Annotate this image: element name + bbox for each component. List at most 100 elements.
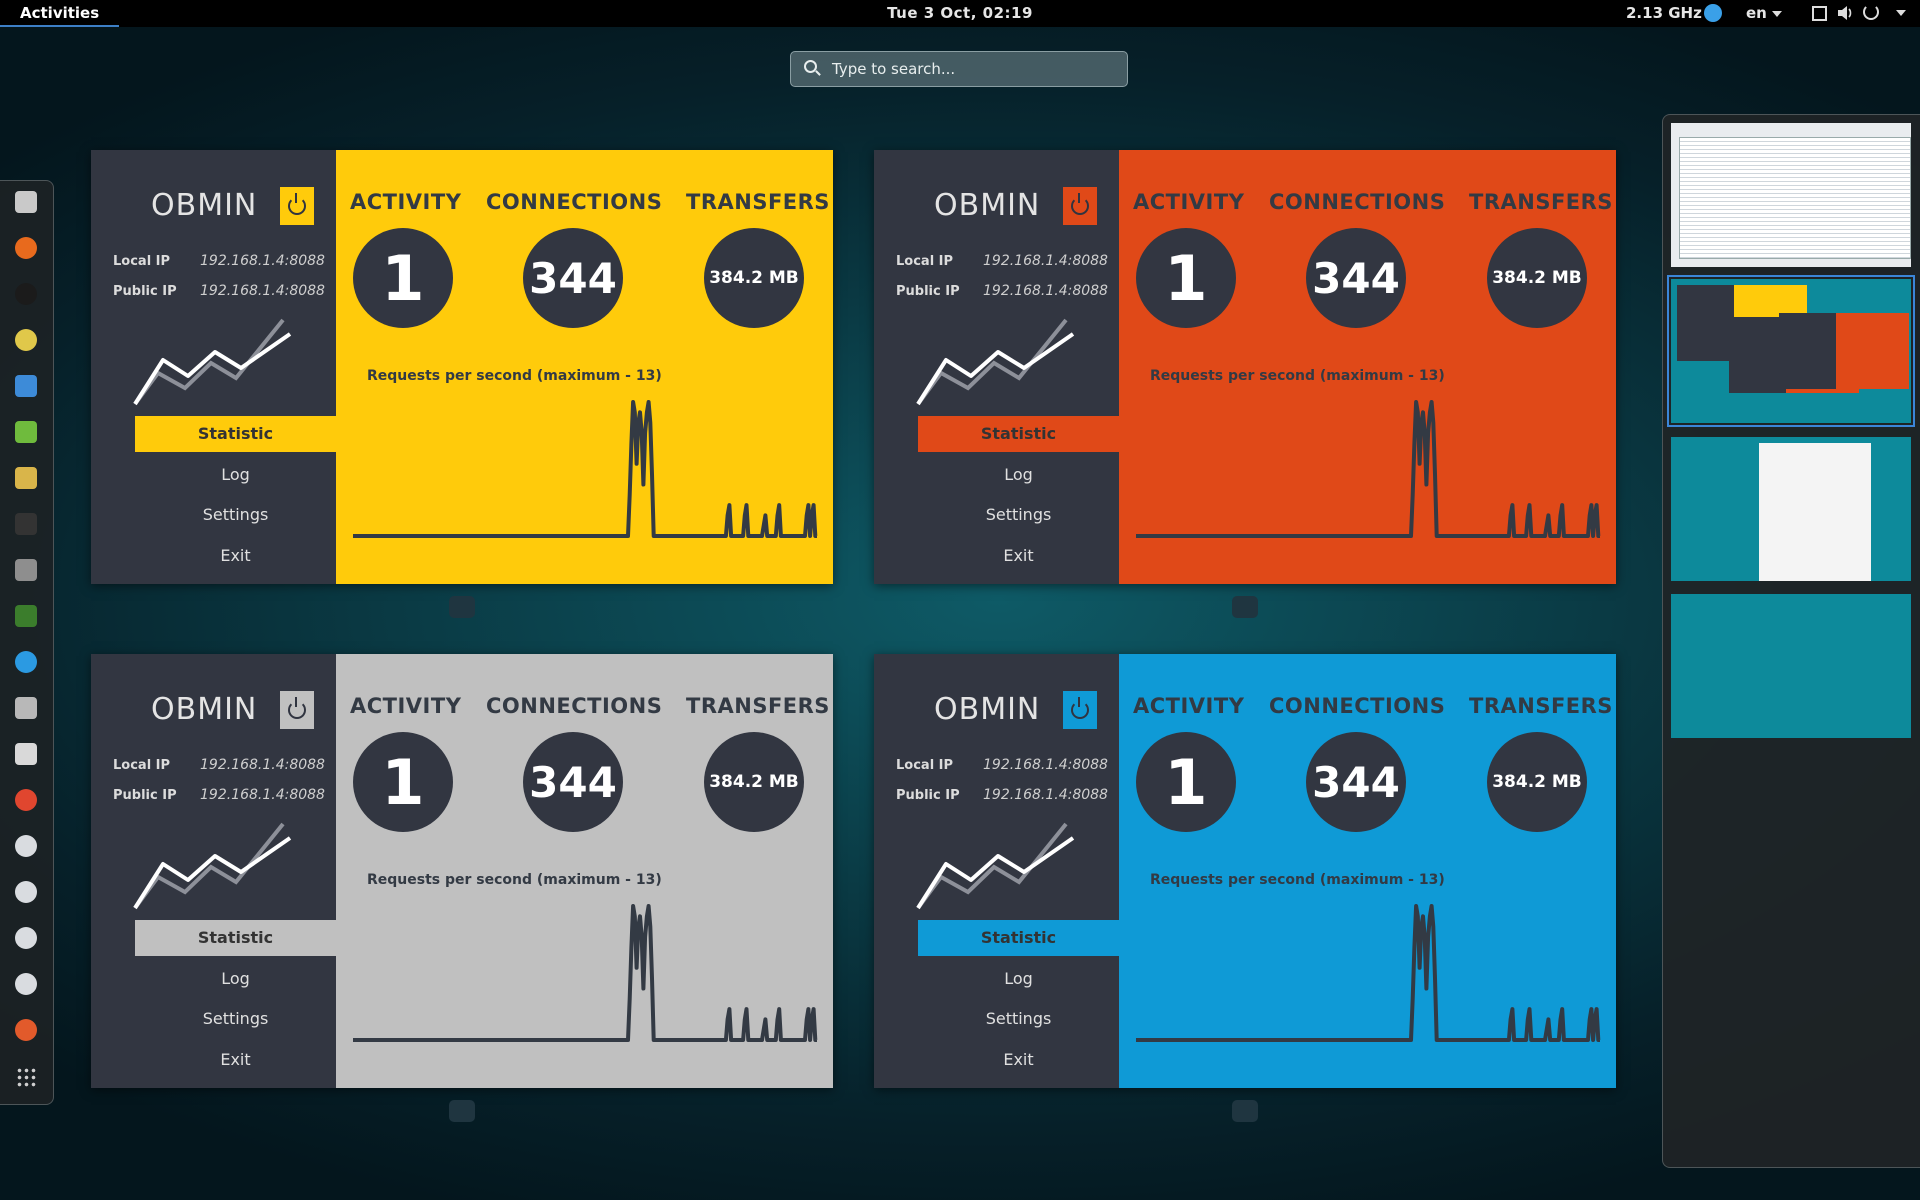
menu-item-settings[interactable]: Settings	[918, 1001, 1119, 1037]
transfers-value: 384.2 MB	[1487, 228, 1587, 328]
terminal-icon	[15, 513, 37, 535]
dash-app[interactable]	[12, 280, 40, 308]
dash-app[interactable]	[12, 464, 40, 492]
power-icon[interactable]	[1863, 4, 1879, 20]
menu-item-exit[interactable]: Exit	[918, 538, 1119, 574]
statistic-panel: ACTIVITY CONNECTIONS TRANSFERS 1 344 384.2 MB…	[336, 150, 833, 584]
cpu-frequency[interactable]: 2.13 GHz	[1626, 0, 1702, 27]
language-label: en	[1746, 4, 1767, 22]
skype-icon	[15, 329, 37, 351]
file-manager-icon	[15, 191, 37, 213]
system-menu-chevron-icon[interactable]	[1896, 10, 1906, 16]
dash-app[interactable]	[12, 924, 40, 952]
language-indicator[interactable]: en	[1746, 0, 1782, 27]
dash-app[interactable]	[12, 740, 40, 768]
menu-item-log[interactable]: Log	[918, 961, 1119, 997]
power-button[interactable]	[280, 691, 314, 729]
eclipse-icon-2	[15, 881, 37, 903]
dash-app[interactable]	[12, 510, 40, 538]
activities-button[interactable]: Activities	[0, 0, 120, 27]
obmin-sidebar: OBMIN Local IP 192.168.1.4:8088 Public IP 19…	[91, 150, 336, 584]
activity-value: 1	[1136, 732, 1236, 832]
dash-app[interactable]	[12, 786, 40, 814]
menu-item-statistic[interactable]: Statistic	[918, 416, 1119, 452]
menu-item-statistic[interactable]: Statistic	[135, 416, 336, 452]
workspace-thumbnail[interactable]	[1671, 594, 1911, 738]
public-ip-label: Public IP	[113, 788, 177, 803]
menu-item-log[interactable]: Log	[135, 457, 336, 493]
search-input[interactable]: Type to search...	[790, 51, 1128, 87]
menu-item-settings[interactable]: Settings	[918, 497, 1119, 533]
menu-item-exit[interactable]: Exit	[918, 1042, 1119, 1078]
dash-app[interactable]	[12, 188, 40, 216]
dash-app[interactable]	[12, 602, 40, 630]
connections-value: 344	[523, 732, 623, 832]
requests-series-line	[352, 904, 818, 1042]
power-button[interactable]	[280, 187, 314, 225]
local-ip-value: 192.168.1.4:8088	[200, 757, 325, 773]
volume-icon[interactable]	[1836, 4, 1854, 22]
requests-chart-title: Requests per second (maximum - 13)	[1150, 368, 1445, 384]
obmin-window[interactable]: OBMIN Local IP 192.168.1.4:8088 Public IP 19…	[874, 654, 1616, 1088]
obmin-window[interactable]: OBMIN Local IP 192.168.1.4:8088 Public IP 19…	[91, 150, 833, 584]
eclipse-icon-4	[15, 973, 37, 995]
eclipse-icon-3	[15, 927, 37, 949]
window-app-icon	[1232, 1100, 1258, 1122]
messenger-icon	[15, 651, 37, 673]
system-monitor-icon	[15, 605, 37, 627]
window-icon[interactable]	[1812, 6, 1827, 21]
workspace-thumbnail[interactable]	[1671, 437, 1911, 581]
requests-series-line	[352, 400, 818, 538]
connections-value: 344	[1306, 228, 1406, 328]
dash-app[interactable]	[12, 326, 40, 354]
menu-item-log[interactable]: Log	[918, 457, 1119, 493]
dash-app[interactable]	[12, 234, 40, 262]
power-button[interactable]	[1063, 691, 1097, 729]
app-title: OBMIN	[934, 692, 1041, 727]
dash-app[interactable]	[12, 556, 40, 584]
window-app-icon	[449, 596, 475, 618]
amazon-icon	[15, 283, 37, 305]
requests-series-line	[1135, 400, 1601, 538]
requests-per-second-chart	[352, 904, 818, 1042]
dash-app[interactable]	[12, 372, 40, 400]
obmin-window[interactable]: OBMIN Local IP 192.168.1.4:8088 Public IP 19…	[874, 150, 1616, 584]
menu-item-statistic[interactable]: Statistic	[918, 920, 1119, 956]
obmin-sidebar: OBMIN Local IP 192.168.1.4:8088 Public IP 19…	[874, 150, 1119, 584]
workspace-switcher	[1662, 114, 1920, 1168]
workspace-thumbnail[interactable]	[1667, 275, 1915, 427]
menu-item-log[interactable]: Log	[135, 961, 336, 997]
power-button[interactable]	[1063, 187, 1097, 225]
transfers-value: 384.2 MB	[704, 732, 804, 832]
public-ip-label: Public IP	[896, 788, 960, 803]
dash-app[interactable]	[12, 694, 40, 722]
public-ip-value: 192.168.1.4:8088	[983, 283, 1108, 299]
dash-app[interactable]	[12, 970, 40, 998]
transfers-value: 384.2 MB	[1487, 732, 1587, 832]
menu-item-exit[interactable]: Exit	[135, 1042, 336, 1078]
menu-item-exit[interactable]: Exit	[135, 538, 336, 574]
clock-label[interactable]: Tue 3 Oct, 02:19	[887, 4, 1033, 22]
obmin-window[interactable]: OBMIN Local IP 192.168.1.4:8088 Public IP 19…	[91, 654, 833, 1088]
obmin-window-preview	[1779, 313, 1909, 389]
requests-per-second-chart	[1135, 904, 1601, 1042]
statistic-panel: ACTIVITY CONNECTIONS TRANSFERS 1 344 384.2 MB…	[1119, 150, 1616, 584]
transfers-label: TRANSFERS	[686, 190, 830, 214]
power-icon	[1071, 193, 1089, 215]
activity-value: 1	[353, 228, 453, 328]
dash-app[interactable]	[12, 648, 40, 676]
dash	[0, 180, 54, 1105]
local-ip-label: Local IP	[113, 254, 171, 269]
dash-app[interactable]	[12, 1016, 40, 1044]
menu-item-settings[interactable]: Settings	[135, 497, 336, 533]
menu-item-settings[interactable]: Settings	[135, 1001, 336, 1037]
menu-item-statistic[interactable]: Statistic	[135, 920, 336, 956]
editor-window-preview	[1679, 137, 1911, 259]
dash-app[interactable]	[12, 418, 40, 446]
dash-app[interactable]	[12, 1063, 40, 1091]
dash-app[interactable]	[12, 832, 40, 860]
workspace-thumbnail[interactable]	[1671, 123, 1911, 267]
top-bar: Activities Tue 3 Oct, 02:19 2.13 GHz en	[0, 0, 1920, 27]
cpu-freq-icon[interactable]	[1704, 4, 1722, 22]
dash-app[interactable]	[12, 878, 40, 906]
